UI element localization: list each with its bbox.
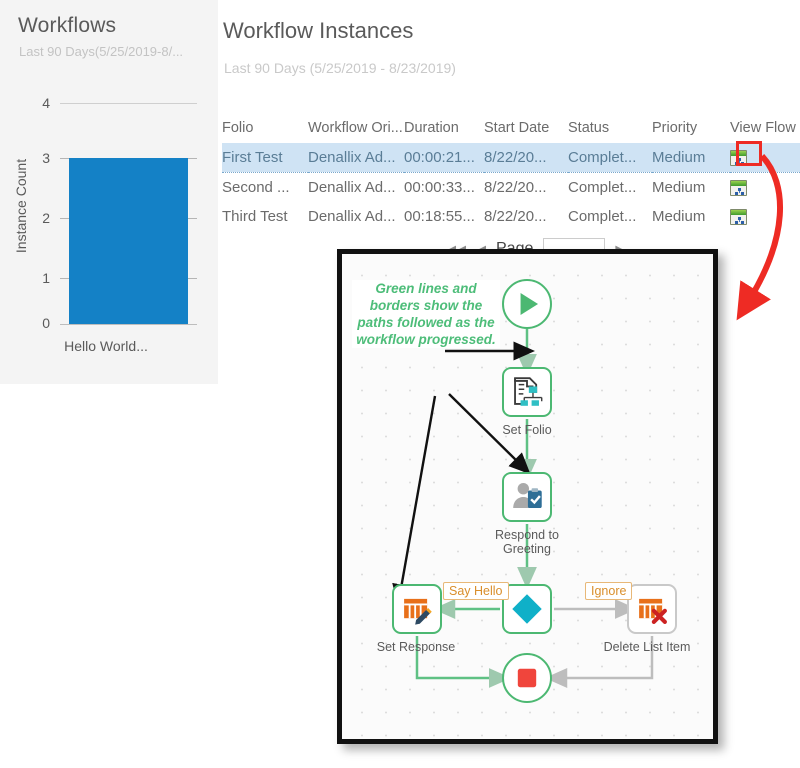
- column-header-status[interactable]: Status: [568, 115, 652, 143]
- node-decision[interactable]: [502, 584, 552, 634]
- delete-list-item-icon: [629, 586, 675, 632]
- node-label-set-folio: Set Folio: [482, 423, 572, 437]
- stop-icon: [504, 655, 550, 701]
- y-tick-0: 0: [28, 315, 50, 331]
- cell-status: Complet...: [568, 202, 652, 231]
- y-tick-4: 4: [28, 95, 50, 111]
- column-header-start-date[interactable]: Start Date: [484, 115, 568, 143]
- x-tick-label: Hello World...: [0, 338, 215, 354]
- node-start[interactable]: [502, 279, 552, 329]
- node-label-respond-to-greeting: Respond to Greeting: [482, 528, 572, 556]
- bar-hello-world[interactable]: [69, 158, 188, 324]
- node-delete-list-item[interactable]: [627, 584, 677, 634]
- cell-start-date: 8/22/20...: [484, 143, 568, 173]
- diagram-annotation-note: Green lines and borders show the paths f…: [352, 280, 500, 348]
- chart-subtitle: Last 90 Days(5/25/2019-8/...: [19, 44, 183, 59]
- cell-duration: 00:00:33...: [404, 173, 484, 203]
- cell-originator: Denallix Ad...: [308, 202, 404, 231]
- cell-folio: Second ...: [222, 173, 308, 203]
- tick-1-right: [188, 278, 197, 279]
- edge-label-say-hello: Say Hello: [443, 582, 509, 600]
- node-end[interactable]: [502, 653, 552, 703]
- tick-3: [60, 158, 69, 159]
- gridline-4: [60, 103, 197, 104]
- column-header-originator[interactable]: Workflow Ori...: [308, 115, 404, 143]
- column-header-priority[interactable]: Priority: [652, 115, 730, 143]
- node-respond-to-greeting[interactable]: [502, 472, 552, 522]
- node-label-delete-list-item: Delete List Item: [582, 640, 712, 654]
- cell-status: Complet...: [568, 143, 652, 173]
- column-header-duration[interactable]: Duration: [404, 115, 484, 143]
- y-tick-3: 3: [28, 150, 50, 166]
- cell-originator: Denallix Ad...: [308, 173, 404, 203]
- respond-to-greeting-icon: [504, 474, 550, 520]
- set-folio-icon: [504, 369, 550, 415]
- axis-baseline: [60, 324, 197, 325]
- tick-2-right: [188, 218, 197, 219]
- cell-folio: Third Test: [222, 202, 308, 231]
- play-icon: [504, 281, 550, 327]
- cell-folio: First Test: [222, 143, 308, 173]
- column-header-view-flow[interactable]: View Flow: [730, 115, 800, 143]
- tick-2: [60, 218, 69, 219]
- cell-start-date: 8/22/20...: [484, 173, 568, 203]
- workflows-chart-card: Workflows Last 90 Days(5/25/2019-8/... I…: [0, 0, 218, 384]
- cell-duration: 00:00:21...: [404, 143, 484, 173]
- set-response-icon: [394, 586, 440, 632]
- y-axis-label: Instance Count: [13, 151, 29, 261]
- node-label-set-response: Set Response: [356, 640, 476, 654]
- tick-1: [60, 278, 69, 279]
- bar-chart-plot: Instance Count 4 3 2 1 0 Hello World...: [0, 88, 218, 368]
- edge-label-ignore: Ignore: [585, 582, 632, 600]
- y-tick-1: 1: [28, 270, 50, 286]
- chart-title: Workflows: [18, 14, 116, 38]
- node-set-response[interactable]: [392, 584, 442, 634]
- cell-start-date: 8/22/20...: [484, 202, 568, 231]
- page-subtitle: Last 90 Days (5/25/2019 - 8/23/2019): [224, 60, 456, 76]
- table-header-row: Folio Workflow Ori... Duration Start Dat…: [222, 115, 800, 143]
- y-tick-2: 2: [28, 210, 50, 226]
- workflow-diagram-panel: Green lines and borders show the paths f…: [337, 249, 718, 744]
- decision-diamond-icon: [504, 586, 550, 632]
- cell-duration: 00:18:55...: [404, 202, 484, 231]
- node-set-folio[interactable]: [502, 367, 552, 417]
- column-header-folio[interactable]: Folio: [222, 115, 308, 143]
- tick-3-right: [188, 158, 197, 159]
- page-title: Workflow Instances: [223, 18, 413, 44]
- cell-status: Complet...: [568, 173, 652, 203]
- cell-originator: Denallix Ad...: [308, 143, 404, 173]
